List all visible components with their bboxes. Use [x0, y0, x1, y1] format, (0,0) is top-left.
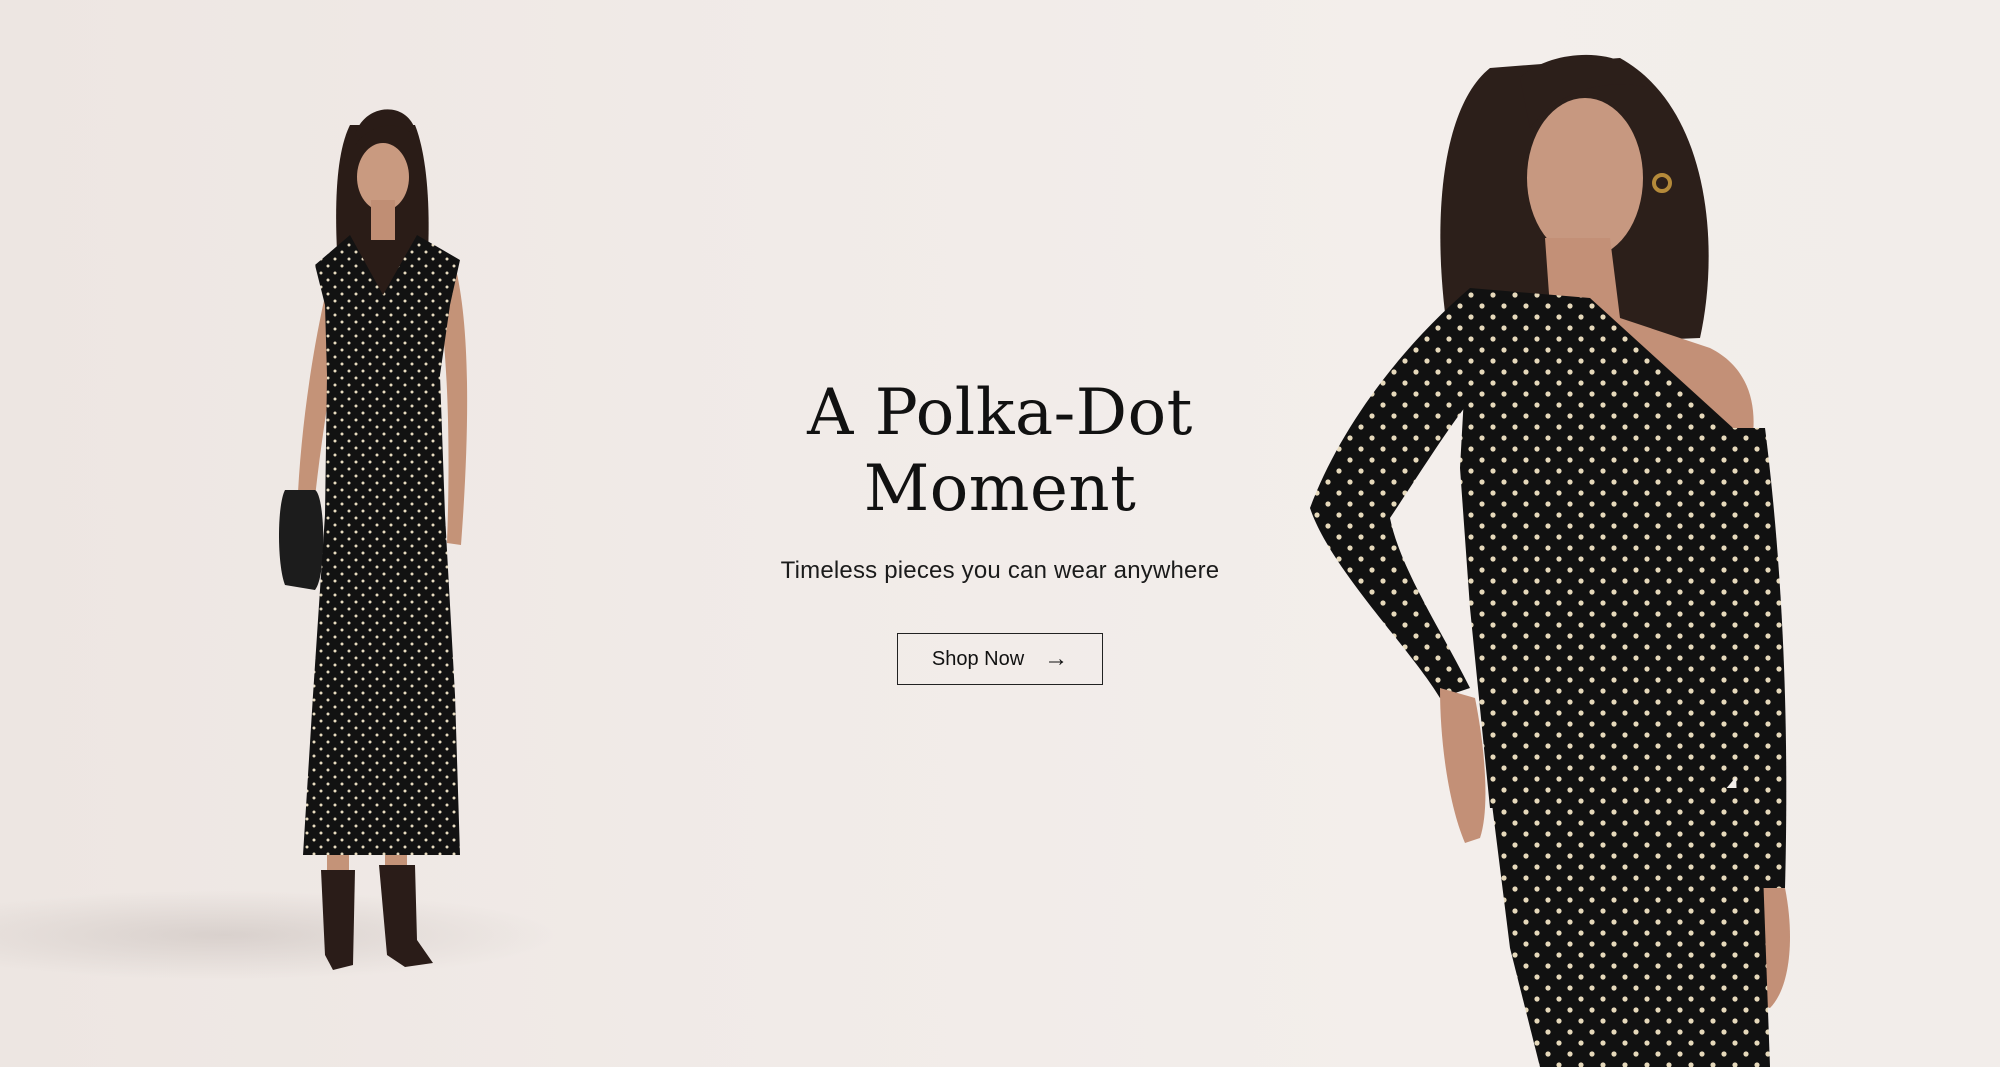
headline-line-1: A Polka-Dot — [807, 376, 1193, 450]
model-in-polka-dot-dress-image — [279, 109, 468, 970]
shop-now-label: Shop Now — [931, 647, 1025, 670]
headline-line-2: Moment — [863, 452, 1137, 526]
hero-banner: A Polka-Dot Moment Timeless pieces you c… — [0, 0, 2000, 1067]
arrow-right-icon: → — [1044, 645, 1069, 672]
hero-headline: A Polka-Dot Moment — [700, 375, 1300, 527]
model-in-polka-dot-top-image — [1310, 54, 1790, 1067]
shop-now-button[interactable]: Shop Now → — [897, 633, 1103, 685]
hero-subheadline: Timeless pieces you can wear anywhere — [780, 557, 1220, 584]
hero-text-block: A Polka-Dot Moment Timeless pieces you c… — [700, 375, 1300, 685]
